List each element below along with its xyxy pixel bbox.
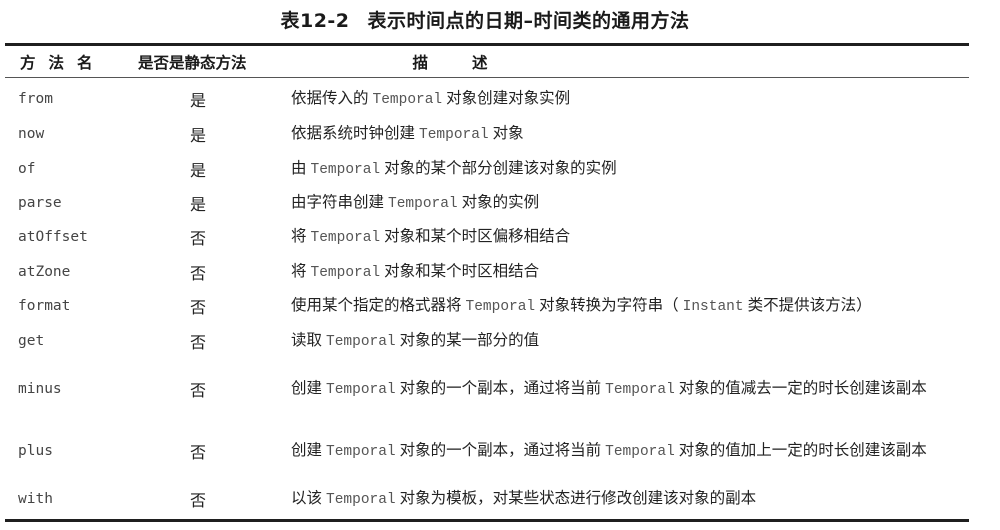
description-text: 类不提供该方法） [747, 296, 872, 315]
table-header-row: 方法名 是否是静态方法 描述 [5, 46, 969, 78]
description-text: 由 [291, 158, 307, 177]
method-name-cell: minus [18, 380, 62, 397]
table-title: 表示时间点的日期–时间类的通用方法 [367, 10, 690, 32]
description-text: 对象 [492, 124, 524, 143]
table-body: from 是依据传入的 Temporal 对象创建对象实例 now 是依据系统时钟创建 Te… [5, 78, 969, 519]
code-span: Instant [682, 299, 744, 316]
description-text: 对象的一个副本，通过将当前 [399, 378, 602, 397]
method-name-cell: get [18, 332, 45, 349]
description-cell: 由字符串创建 Temporal 对象的实例 [285, 189, 969, 217]
code-span: Temporal [326, 443, 396, 460]
code-span: Temporal [419, 127, 489, 144]
description-cell: 创建 Temporal 对象的一个副本，通过将当前 Temporal 对象的值加上一定的… [285, 437, 969, 465]
table-row: plus 否创建 Temporal 对象的一个副本，通过将当前 Temporal 对象的值… [5, 420, 969, 482]
table-row: atZone 否 将 Temporal 对象和某个时区相结合 [5, 255, 969, 289]
is-static-cell: 否 [190, 263, 207, 283]
description-text: 对象和某个时区偏移相结合 [384, 227, 571, 246]
code-span: Temporal [605, 443, 675, 460]
table-row: minus 否创建 Temporal 对象的一个副本，通过将当前 Temporal 对象的… [5, 358, 969, 420]
table-caption: 表12-2 表示时间点的日期–时间类的通用方法 [0, 6, 970, 33]
table-row: get 否 读取 Temporal 对象的某一部分的值 [5, 323, 969, 357]
table-row: from 是 依据传入的 Temporal 对象创建对象实例 [5, 81, 969, 117]
is-static-cell: 是 [190, 126, 207, 146]
method-name-cell: parse [18, 194, 62, 211]
table-row: now 是 依据系统时钟创建 Temporal 对象 [5, 117, 969, 151]
header-method-name: 方法名 [20, 53, 106, 72]
description-cell: 读取 Temporal 对象的某一部分的值 [285, 327, 969, 355]
is-static-cell: 否 [190, 442, 207, 462]
is-static-cell: 是 [190, 160, 207, 180]
description-cell: 使用某个指定的格式器将 Temporal 对象转换为字符串（ Instant 类不提供该… [285, 292, 969, 320]
header-is-static: 是否是静态方法 [138, 53, 247, 72]
table-row: atOffset 否 将 Temporal 对象和某个时区偏移相结合 [5, 220, 969, 254]
description-text: 对象的某个部分创建该对象的实例 [384, 158, 617, 177]
description-cell: 以该 Temporal 对象为模板，对某些状态进行修改创建该对象的副本 [285, 485, 969, 513]
description-cell: 依据系统时钟创建 Temporal 对象 [285, 120, 969, 148]
code-span: Temporal [465, 299, 536, 316]
description-text: 读取 [291, 330, 323, 349]
description-text: 将 [291, 261, 307, 280]
description-text: 由字符串创建 [291, 192, 385, 211]
description-cell: 将 Temporal 对象和某个时区相结合 [285, 258, 969, 286]
description-text: 对象创建对象实例 [446, 89, 571, 107]
description-text: 对象的某一部分的值 [399, 330, 540, 349]
description-text: 依据系统时钟创建 [291, 124, 416, 143]
description-text: 对象和某个时区相结合 [384, 261, 540, 280]
table-row: with 否 以该 Temporal 对象为模板，对某些状态进行修改创建该对象的副本 [5, 482, 969, 516]
description-text: 对象的值减去一定的时长创建该副本 [678, 378, 927, 397]
is-static-cell: 否 [190, 332, 207, 352]
code-span: Temporal [326, 333, 396, 350]
table-row: of 是 由 Temporal 对象的某个部分创建该对象的实例 [5, 151, 969, 185]
code-span: Temporal [326, 491, 396, 508]
description-cell: 由 Temporal 对象的某个部分创建该对象的实例 [285, 155, 969, 183]
code-span: Temporal [310, 230, 381, 247]
code-span: Temporal [605, 381, 675, 398]
is-static-cell: 否 [190, 298, 207, 318]
description-text: 对象为模板，对某些状态进行修改创建该对象的副本 [399, 488, 757, 507]
method-name-cell: atZone [18, 263, 71, 280]
description-text: 创建 [291, 440, 323, 459]
code-span: Temporal [326, 381, 396, 398]
table-row: parse 是 由字符串创建 Temporal 对象的实例 [5, 186, 969, 220]
description-cell: 依据传入的 Temporal 对象创建对象实例 [285, 85, 969, 113]
method-name-cell: with [18, 490, 53, 507]
method-name-cell: now [18, 126, 45, 143]
description-text: 创建 [291, 378, 323, 397]
is-static-cell: 是 [190, 194, 207, 214]
description-text: 将 [291, 227, 307, 246]
is-static-cell: 否 [190, 490, 207, 510]
description-text: 以该 [291, 488, 323, 507]
description-cell: 创建 Temporal 对象的一个副本，通过将当前 Temporal 对象的值减去一定的… [285, 375, 969, 403]
header-description: 描述 [412, 53, 532, 72]
method-name-cell: from [18, 91, 53, 107]
table-row: format 否 使用某个指定的格式器将 Temporal 对象转换为字符串（ Insta… [5, 289, 969, 323]
method-name-cell: plus [18, 442, 53, 459]
is-static-cell: 否 [190, 380, 207, 400]
is-static-cell: 否 [190, 229, 207, 249]
table-number: 表12-2 [280, 10, 350, 32]
description-cell: 将 Temporal 对象和某个时区偏移相结合 [285, 223, 969, 251]
method-name-cell: of [18, 160, 36, 177]
is-static-cell: 是 [190, 91, 207, 110]
code-span: Temporal [310, 264, 381, 281]
code-span: Temporal [372, 92, 443, 108]
code-span: Temporal [310, 161, 381, 178]
methods-table: 方法名 是否是静态方法 描述 from 是依据传入的 Temporal 对象创建对象实… [5, 43, 969, 523]
description-text: 对象的一个副本，通过将当前 [399, 440, 602, 459]
method-name-cell: format [18, 298, 71, 315]
description-text: 使用某个指定的格式器将 [291, 296, 462, 315]
description-text: 对象的值加上一定的时长创建该副本 [678, 440, 927, 459]
code-span: Temporal [388, 195, 458, 212]
description-text: 对象转换为字符串（ [539, 296, 679, 315]
method-name-cell: atOffset [18, 229, 88, 246]
description-text: 依据传入的 [291, 89, 369, 107]
description-text: 对象的实例 [461, 192, 540, 211]
